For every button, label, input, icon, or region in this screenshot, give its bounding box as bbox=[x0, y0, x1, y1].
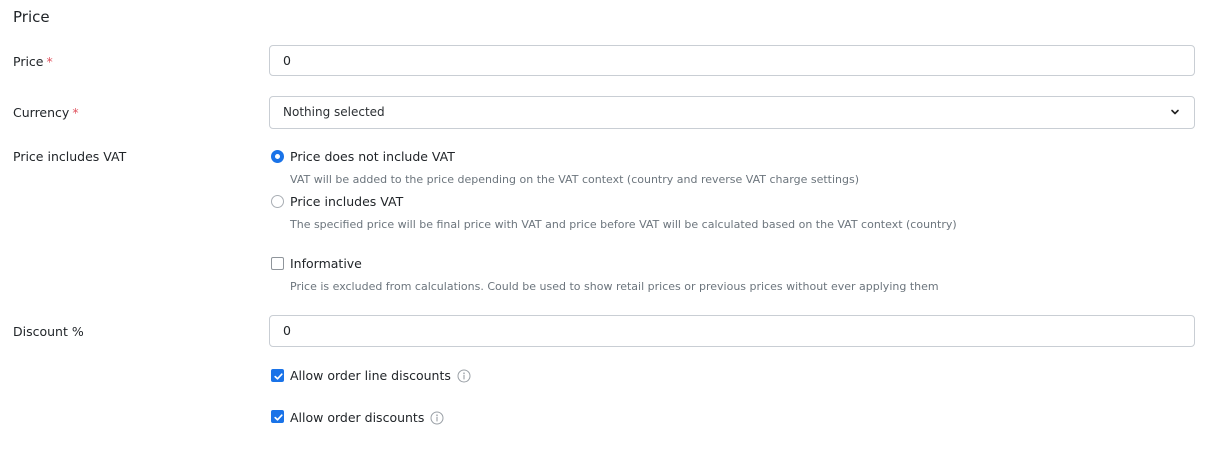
vat-option-included-label[interactable]: Price includes VAT bbox=[290, 194, 403, 210]
informative-checkbox[interactable] bbox=[271, 257, 284, 270]
currency-label: Currency * bbox=[13, 105, 79, 121]
vat-option-excluded-help: VAT will be added to the price depending… bbox=[290, 173, 859, 186]
info-icon[interactable] bbox=[430, 411, 444, 425]
discount-input[interactable]: 0 bbox=[269, 315, 1195, 347]
allow-line-discounts-row: Allow order line discounts bbox=[290, 368, 471, 384]
info-icon[interactable] bbox=[457, 369, 471, 383]
informative-label[interactable]: Informative bbox=[290, 256, 362, 272]
vat-option-excluded-radio[interactable] bbox=[271, 150, 284, 163]
vat-label: Price includes VAT bbox=[13, 149, 127, 164]
chevron-down-icon bbox=[1171, 109, 1179, 115]
price-label-text: Price bbox=[13, 54, 44, 69]
currency-select[interactable]: Nothing selected bbox=[269, 96, 1195, 129]
checkmark-icon bbox=[274, 414, 283, 421]
allow-order-discounts-row: Allow order discounts bbox=[290, 410, 444, 426]
required-mark: * bbox=[46, 54, 53, 69]
vat-option-included-radio[interactable] bbox=[271, 195, 284, 208]
currency-label-text: Currency bbox=[13, 105, 70, 120]
checkmark-icon bbox=[274, 373, 283, 380]
currency-selected-value: Nothing selected bbox=[283, 105, 385, 119]
price-input[interactable]: 0 bbox=[269, 45, 1195, 76]
allow-line-discounts-label[interactable]: Allow order line discounts bbox=[290, 368, 451, 383]
discount-label: Discount % bbox=[13, 324, 84, 339]
price-label: Price * bbox=[13, 54, 53, 70]
allow-order-discounts-checkbox[interactable] bbox=[271, 410, 284, 423]
allow-line-discounts-checkbox[interactable] bbox=[271, 369, 284, 382]
section-title: Price bbox=[13, 8, 50, 26]
required-mark: * bbox=[72, 105, 79, 120]
allow-order-discounts-label[interactable]: Allow order discounts bbox=[290, 410, 424, 425]
informative-help: Price is excluded from calculations. Cou… bbox=[290, 280, 939, 293]
vat-option-included-help: The specified price will be final price … bbox=[290, 218, 957, 231]
vat-option-excluded-label[interactable]: Price does not include VAT bbox=[290, 149, 455, 165]
